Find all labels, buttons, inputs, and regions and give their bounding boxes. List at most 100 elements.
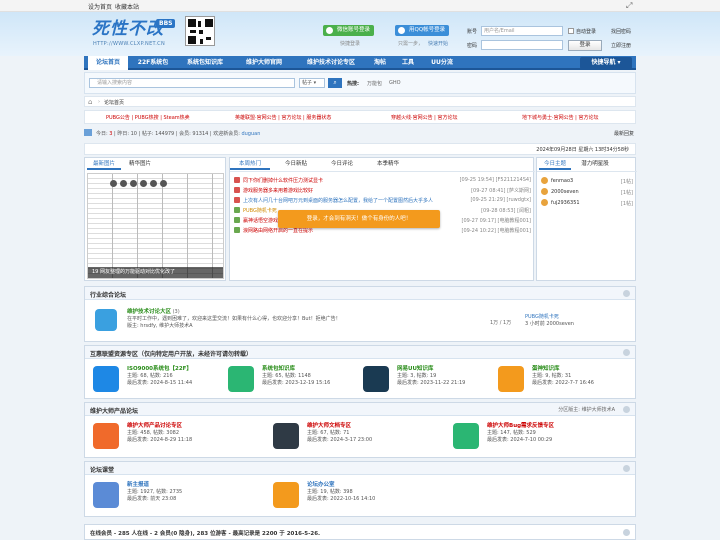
tab-rising-stars[interactable]: 潜力明星股: [575, 158, 615, 170]
hot-post-row[interactable]: 游戏服务器多来用着游戏比较好 [09-27 08:41] [萨义斯网]: [230, 186, 535, 195]
hot-search-item[interactable]: GHO: [389, 80, 401, 86]
post-title[interactable]: 游戏服务器多来用着游戏比较好: [243, 187, 313, 194]
nav-taotie[interactable]: 淘帖: [368, 56, 392, 70]
star-name[interactable]: fenmao3: [551, 178, 573, 184]
collapse-icon[interactable]: [623, 465, 630, 472]
forum-name[interactable]: 论坛办公室: [307, 482, 447, 489]
stats-bar: 今日: 3 | 昨日: 10 | 帖子: 144979 | 会员: 91314 …: [84, 127, 636, 139]
tab-today-comments[interactable]: 今日评论: [322, 158, 362, 170]
collapse-icon[interactable]: [623, 349, 630, 356]
post-title[interactable]: 同下你们删掉什么软件压力测试显卡: [243, 177, 323, 184]
forgot-password-link[interactable]: 找回密码: [611, 28, 631, 35]
forum-icon[interactable]: [93, 423, 119, 449]
avatar: [541, 199, 548, 206]
forum-icon[interactable]: [498, 366, 524, 392]
nav-knowledge[interactable]: 系统包知识库: [180, 56, 230, 70]
breadcrumb-current[interactable]: 论坛首页: [104, 99, 124, 106]
forum-name[interactable]: 维护技术讨论大区: [127, 309, 171, 315]
tab-latest-images[interactable]: 最新图片: [87, 158, 121, 170]
hot-post-row[interactable]: 同下你们删掉什么软件压力测试显卡 [09-25 19:54] [F5211214S…: [230, 176, 535, 185]
star-name[interactable]: fuj2936351: [551, 200, 580, 206]
set-home-link[interactable]: 设为首页: [88, 2, 112, 11]
ad-link[interactable]: PUBG公告 | PUBG热搜 | Steam热卖: [106, 114, 190, 121]
avatar: [541, 177, 548, 184]
forum-stats: 主题: 9, 帖数: 31: [532, 373, 572, 379]
forum-icon[interactable]: [273, 482, 299, 508]
expand-icon[interactable]: ⤢: [626, 1, 632, 11]
post-title[interactable]: 上次有人问几十台网吧万元到桌面的服务器怎么配置，我给了一个配置图然后大乎多人: [243, 197, 433, 204]
home-icon[interactable]: ⌂: [88, 98, 92, 106]
star-row[interactable]: fenmao3 [1帖]: [537, 176, 637, 186]
nav-discussion[interactable]: 维护技术讨论专区: [298, 56, 364, 70]
hot-post-row[interactable]: 上次有人问几十台网吧万元到桌面的服务器怎么配置，我给了一个配置图然后大乎多人 [0…: [230, 196, 535, 205]
star-name[interactable]: 2000seven: [551, 189, 579, 195]
tab-featured-images[interactable]: 精华图片: [123, 158, 157, 170]
section-resources: 互惠联盟资源专区（仅向特定用户开放，未经许可请勿转载） ISO9000系统包【2…: [84, 345, 636, 399]
post-icon: [234, 207, 240, 213]
forum-name[interactable]: 新主报道: [127, 482, 267, 489]
forum-name[interactable]: 维护大师产品讨论专区: [127, 423, 267, 430]
ad-link[interactable]: 穿越火线·官网公告 | 官方论坛: [391, 114, 457, 121]
bookmark-link[interactable]: 收藏本站: [115, 2, 139, 11]
forum-name[interactable]: 蛋神知识库: [532, 366, 627, 373]
forum-icon[interactable]: [273, 423, 299, 449]
auto-login-label: 自动登录: [576, 29, 597, 35]
post-title[interactable]: PUBG随机卡死: [243, 207, 277, 214]
nav-tools[interactable]: 工具: [396, 56, 420, 70]
forum-icon[interactable]: [228, 366, 254, 392]
account-input[interactable]: 用户名/Email: [481, 26, 563, 36]
quick-nav-button[interactable]: 快捷导航 ▾: [580, 57, 632, 69]
slide-dots[interactable]: [110, 180, 167, 187]
current-date: 2024年09月28日 星期六 13时34分58秒: [536, 147, 629, 153]
tab-weekly-hot[interactable]: 本周热门: [230, 158, 270, 170]
forum-icon[interactable]: [363, 366, 389, 392]
password-label: 密码: [467, 43, 478, 49]
login-button[interactable]: 登录: [568, 40, 602, 51]
forum-stats: 主题: 147, 帖数: 529: [487, 430, 536, 436]
collapse-icon[interactable]: [623, 290, 630, 297]
forum-name[interactable]: ISO9000系统包【22F】: [127, 366, 222, 373]
slide-caption[interactable]: 19 网友整理的万能驱动对比优化改了: [88, 267, 223, 278]
forum-icon[interactable]: [93, 366, 119, 392]
ad-link[interactable]: 英雄联盟·官网公告 | 官方论坛 | 服务器状态: [235, 114, 331, 121]
star-row[interactable]: 2000seven [1帖]: [537, 187, 637, 197]
forum-icon[interactable]: [453, 423, 479, 449]
tab-today-topics[interactable]: 今日主题: [539, 158, 571, 170]
auto-login-checkbox[interactable]: [568, 28, 574, 34]
section-products: 维护大师产品论坛 分区版主: 维护大师技术A 维护大师产品讨论专区 主题: 458,…: [84, 402, 636, 458]
collapse-icon[interactable]: [623, 529, 630, 536]
nav-22f[interactable]: 22F系统包: [132, 56, 174, 70]
section-classroom: 论坛课堂 新主报道 主题: 1927, 帖数: 2735 最后发表: 前天 23:0…: [84, 461, 636, 517]
login-toast[interactable]: 登录，才会到有洞天！做个有身份的人吧！: [278, 210, 440, 228]
post-title[interactable]: 浪网路由网络开启的一直在提示: [243, 227, 313, 234]
tab-season-best[interactable]: 本季精华: [368, 158, 408, 170]
search-input[interactable]: 请输入搜索内容: [89, 78, 295, 88]
newest-reply-link[interactable]: 最新回复: [614, 130, 634, 137]
search-button[interactable]: ⌕: [328, 78, 342, 88]
forum-name[interactable]: 系统包知识库: [262, 366, 357, 373]
section-industry: 行业综合论坛 维护技术讨论大区 (3) 在平时工作中，遇到困难了，欢迎来这里交流…: [84, 286, 636, 342]
qq-sub2[interactable]: 快速开始: [428, 40, 448, 47]
password-input[interactable]: [481, 40, 563, 50]
forum-icon[interactable]: [93, 482, 119, 508]
wechat-login-button[interactable]: 微信账号登录: [323, 25, 375, 36]
forum-icon[interactable]: [95, 309, 117, 331]
qq-login-button[interactable]: 用QQ帐号登录: [395, 25, 450, 36]
last-post-title[interactable]: PUBG随机卡死: [525, 314, 574, 321]
forum-stats: 主题: 68, 帖数: 216: [127, 373, 173, 379]
star-row[interactable]: fuj2936351 [1帖]: [537, 198, 637, 208]
forum-name[interactable]: 维护大师Bug需求反馈专区: [487, 423, 627, 430]
nav-home[interactable]: 论坛首页: [88, 56, 128, 70]
register-link[interactable]: 立即注册: [611, 42, 631, 49]
forum-name[interactable]: 维护大师文档专区: [307, 423, 447, 430]
slide-image[interactable]: 19 网友整理的万能驱动对比优化改了: [87, 173, 224, 279]
tab-today-new[interactable]: 今日新贴: [276, 158, 316, 170]
forum-last: 最后发表: 2023-12-19 15:16: [262, 380, 331, 386]
nav-official[interactable]: 维护大师官网: [236, 56, 292, 70]
collapse-icon[interactable]: [623, 406, 630, 413]
ad-link[interactable]: 地下城与勇士·官网公告 | 官方论坛: [522, 114, 598, 121]
hot-search-item[interactable]: 万能包: [367, 80, 382, 87]
nav-uu[interactable]: UU分流: [424, 56, 460, 70]
forum-name[interactable]: 网易UU知识库: [397, 366, 492, 373]
search-scope-select[interactable]: 帖子 ▾: [299, 78, 325, 88]
